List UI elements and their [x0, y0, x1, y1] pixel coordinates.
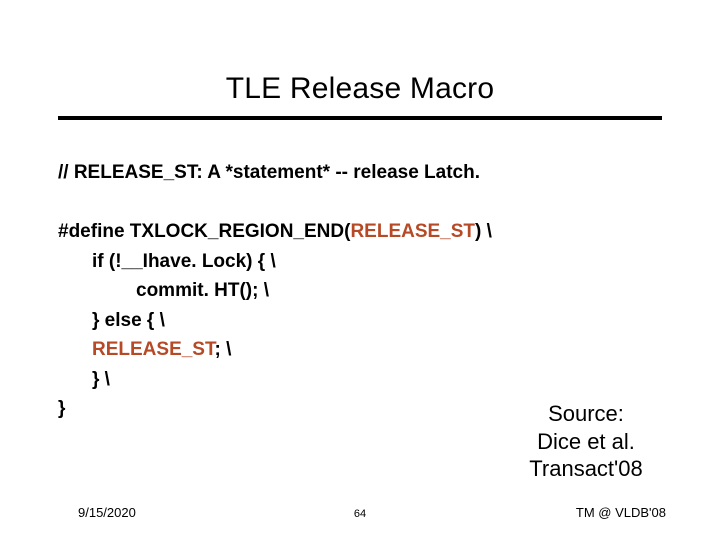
code-text: ; \ — [214, 339, 231, 360]
comment-line: // RELEASE_ST: A *statement* -- release … — [58, 158, 662, 187]
slide: TLE Release Macro // RELEASE_ST: A *stat… — [0, 0, 720, 540]
code-text: ) \ — [475, 221, 492, 242]
spacer — [58, 187, 662, 217]
source-block: Source: Dice et al. Transact'08 — [506, 400, 666, 483]
source-line: Transact'08 — [506, 455, 666, 483]
code-text: #define TXLOCK_REGION_END( — [58, 221, 350, 242]
code-line-5: RELEASE_ST; \ — [58, 335, 662, 364]
source-line: Source: — [506, 400, 666, 428]
code-line-2: if (!__Ihave. Lock) { \ — [58, 247, 662, 276]
footer: 9/15/2020 64 TM @ VLDB'08 — [0, 500, 720, 520]
source-line: Dice et al. — [506, 428, 666, 456]
code-line-6: } \ — [58, 365, 662, 394]
code-accent: RELEASE_ST — [350, 221, 475, 242]
code-line-4: } else { \ — [58, 306, 662, 335]
slide-body: // RELEASE_ST: A *statement* -- release … — [58, 158, 662, 424]
slide-title: TLE Release Macro — [0, 72, 720, 106]
code-accent: RELEASE_ST — [92, 339, 214, 360]
title-underline — [58, 116, 662, 120]
code-line-1: #define TXLOCK_REGION_END(RELEASE_ST) \ — [58, 217, 662, 246]
code-line-3: commit. HT(); \ — [58, 276, 662, 305]
footer-venue: TM @ VLDB'08 — [576, 505, 666, 520]
